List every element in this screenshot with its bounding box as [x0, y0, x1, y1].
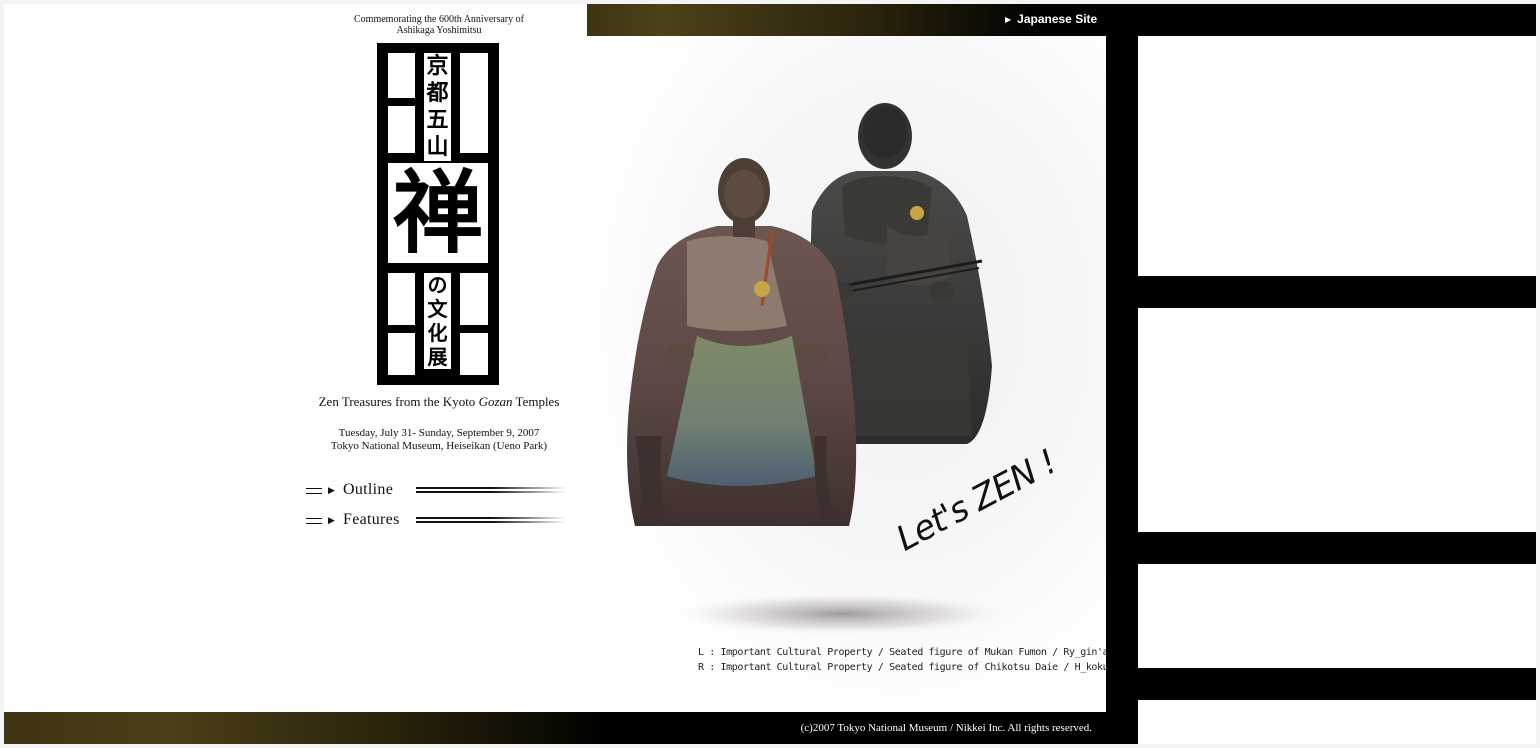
- logo-char: 京: [426, 53, 449, 79]
- logo-char: 展: [427, 345, 448, 369]
- nav-outline-label: Outline: [343, 481, 394, 498]
- logo-panel: [388, 106, 415, 153]
- nav-rule: [416, 517, 566, 519]
- logo-char: 山: [426, 134, 449, 160]
- japanese-site-label: Japanese Site: [1017, 12, 1098, 26]
- copyright-text: (c)2007 Tokyo National Museum / Nikkei I…: [800, 722, 1092, 734]
- caption-left-statue: L : Important Cultural Property / Seated…: [698, 647, 1154, 658]
- japanese-site-link[interactable]: ▶ Japanese Site: [1005, 12, 1097, 26]
- page: ▶Japanese Site ▶access: [4, 4, 1536, 744]
- commemoration-text: Commemorating the 600th Anniversary of A…: [314, 14, 564, 36]
- logo-panel: [460, 273, 488, 325]
- subtitle-part: Temples: [512, 394, 560, 409]
- caption-right-statue: R : Important Cultural Property / Seated…: [698, 662, 1159, 673]
- exhibition-subtitle: Zen Treasures from the Kyoto Gozan Templ…: [304, 394, 574, 410]
- nav-features-label: Features: [343, 511, 400, 528]
- floor-shadow: [667, 592, 1017, 636]
- triangle-right-icon: ▶: [328, 486, 335, 496]
- dates-line: Tuesday, July 31- Sunday, September 9, 2…: [338, 427, 540, 439]
- logo-char: 文: [427, 297, 448, 321]
- logo-kanji-kyoto-gozan: 京 都 五 山: [424, 53, 451, 161]
- logo-panel: [388, 53, 415, 98]
- exhibition-dates: Tuesday, July 31- Sunday, September 9, 2…: [304, 427, 574, 453]
- logo-panel: [388, 333, 415, 375]
- exhibition-logo: 京 都 五 山 禅 の 文 化 展: [377, 43, 499, 385]
- filmstrip-frame: [1138, 564, 1536, 668]
- logo-char: 化: [427, 321, 448, 345]
- nav-rule: [416, 521, 566, 523]
- logo-kanji-zen: 禅: [388, 163, 488, 263]
- venue-line: Tokyo National Museum, Heiseikan (Ueno P…: [330, 440, 548, 452]
- triangle-right-icon: ▶: [1005, 15, 1012, 24]
- nav-dash: [306, 518, 322, 524]
- footer-bar: (c)2007 Tokyo National Museum / Nikkei I…: [4, 712, 1106, 744]
- logo-char: 都: [426, 80, 449, 106]
- nav-dash: [306, 488, 322, 494]
- commemoration-line-2: Ashikaga Yoshimitsu: [396, 25, 482, 36]
- zen-statues-artwork: [627, 103, 1017, 636]
- subtitle-italic: Gozan: [478, 394, 513, 409]
- logo-kanji-bunkaten: の 文 化 展: [424, 273, 451, 369]
- subtitle-part: Zen Treasures from the Kyoto: [318, 394, 479, 409]
- logo-char: 五: [426, 107, 449, 133]
- filmstrip-frame: [1138, 308, 1536, 532]
- nav-outline-link[interactable]: ▶ Outline: [306, 481, 568, 499]
- triangle-right-icon: ▶: [328, 516, 335, 526]
- logo-panel: [388, 273, 415, 325]
- logo-char: の: [427, 273, 448, 297]
- decorative-filmstrip: [1106, 36, 1536, 744]
- filmstrip-frame: [1138, 700, 1536, 744]
- filmstrip-frame: [1138, 36, 1536, 276]
- logo-panel: [460, 333, 488, 375]
- nav-rule: [416, 487, 566, 489]
- commemoration-line-1: Commemorating the 600th Anniversary of: [354, 14, 524, 25]
- nav-features-link[interactable]: ▶ Features: [306, 511, 568, 529]
- logo-panel: [460, 53, 488, 153]
- nav-rule: [416, 491, 566, 493]
